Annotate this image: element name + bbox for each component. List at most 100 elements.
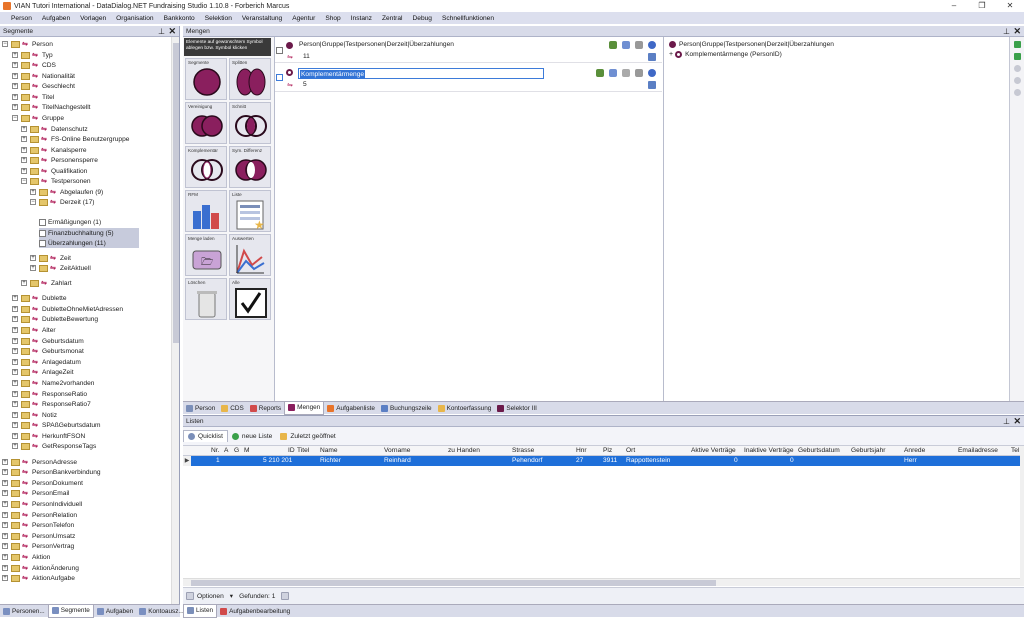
tree-item[interactable]: + ⇋ PersonIndividuell xyxy=(2,499,82,509)
tab-person[interactable]: Person xyxy=(183,402,218,415)
column-header[interactable]: Name xyxy=(320,447,338,454)
expand-icon[interactable] xyxy=(1014,41,1021,48)
tool-symdiff-button[interactable]: Sym. Differenz xyxy=(229,146,271,188)
scrollbar-thumb[interactable] xyxy=(191,580,716,586)
maximize-button[interactable]: ❐ xyxy=(968,0,996,12)
scrollbar-thumb[interactable] xyxy=(173,43,179,343)
tab-reports[interactable]: Reports xyxy=(247,402,284,415)
column-header[interactable]: Aktive Verträge xyxy=(691,447,736,454)
column-header[interactable]: Anrede xyxy=(904,447,925,454)
tree-item[interactable]: + ⇋ Anlagedatum xyxy=(12,357,81,367)
expand-toggle-icon[interactable]: + xyxy=(2,512,8,518)
menu-item-person[interactable]: Person xyxy=(6,15,37,22)
expand-toggle-icon[interactable]: + xyxy=(2,501,8,507)
tree-item[interactable]: + ⇋ CDS xyxy=(12,60,56,70)
expand-toggle-icon[interactable]: + xyxy=(12,433,18,439)
persons-icon[interactable] xyxy=(609,41,617,49)
expand-toggle-icon[interactable]: + xyxy=(2,565,8,571)
tree-item[interactable]: + ⇋ Kanalsperre xyxy=(21,145,87,155)
expand-toggle-icon[interactable]: + xyxy=(12,380,18,386)
vertical-scrollbar[interactable] xyxy=(171,37,179,604)
tree-item[interactable]: + ⇋ Personensperre xyxy=(21,155,98,165)
set-row[interactable]: Person|Gruppe|Testpersonen|Derzeit|Überz… xyxy=(275,39,662,63)
leaf-checkbox[interactable] xyxy=(39,218,46,226)
expand-toggle-icon[interactable]: + xyxy=(2,522,8,528)
tool-delete-button[interactable]: Löschen xyxy=(185,278,227,320)
column-header[interactable]: M xyxy=(244,447,250,454)
tool-icon[interactable] xyxy=(1014,89,1021,96)
tree-item[interactable]: + ⇋ Geburtsdatum xyxy=(12,336,84,346)
expand-toggle-icon[interactable]: + xyxy=(21,126,27,132)
tree-item[interactable]: + ⇋ PersonEmail xyxy=(2,488,69,498)
column-header[interactable]: Ort xyxy=(626,447,635,454)
tab-cds[interactable]: CDS xyxy=(218,402,247,415)
tool-rfm-button[interactable]: RFM xyxy=(185,190,227,232)
menu-item-debug[interactable]: Debug xyxy=(408,15,437,22)
tree-item[interactable]: − ⇋ Gruppe xyxy=(12,113,64,123)
column-header[interactable]: zu Handen xyxy=(448,447,480,454)
tree-item[interactable]: + ⇋ AnlageZeit xyxy=(12,367,74,377)
tree-item[interactable]: + ⇋ Name2vorhanden xyxy=(12,378,94,388)
expand-toggle-icon[interactable]: + xyxy=(12,348,18,354)
tree-item[interactable]: + ⇋ Nationalität xyxy=(12,71,75,81)
close-icon[interactable]: ✕ xyxy=(168,26,176,37)
expand-toggle-icon[interactable]: + xyxy=(12,412,18,418)
column-header[interactable]: Geburtsdatum xyxy=(798,447,840,454)
tree-item[interactable]: − ⇋ Testpersonen xyxy=(21,176,91,186)
expand-toggle-icon[interactable]: + xyxy=(12,73,18,79)
tree-item[interactable]: + ⇋ Aktion xyxy=(2,552,50,562)
tab-buchungszeile[interactable]: Buchungszeile xyxy=(378,402,435,415)
copy-icon[interactable] xyxy=(609,69,617,77)
expand-toggle-icon[interactable]: − xyxy=(21,178,27,184)
pin-icon[interactable]: ⊥ xyxy=(1003,416,1010,427)
tree-item[interactable]: + ⇋ HerkunftFSON xyxy=(12,431,85,441)
menu-item-instanz[interactable]: Instanz xyxy=(346,15,377,22)
tree-item[interactable]: + ⇋ SPAßGeburtsdatum xyxy=(12,420,101,430)
tool-segmente-button[interactable]: Segmente xyxy=(185,58,227,100)
tree-item[interactable]: + ⇋ Dublette xyxy=(12,293,67,303)
settings-icon[interactable] xyxy=(635,41,643,49)
column-header[interactable]: Tel xyxy=(1011,447,1019,454)
info-icon[interactable] xyxy=(648,41,656,49)
expand-toggle-icon[interactable]: + xyxy=(12,295,18,301)
column-header[interactable]: ID xyxy=(288,447,295,454)
leaf-checkbox[interactable] xyxy=(39,229,46,237)
expand-toggle-icon[interactable]: + xyxy=(21,136,27,142)
tree-item[interactable]: + ⇋ Qualifikation xyxy=(21,166,87,176)
pin-icon[interactable]: ⊥ xyxy=(1003,26,1010,37)
tab-zuletzt-geoeffnet[interactable]: Zuletzt geöffnet xyxy=(276,430,339,442)
expand-toggle-icon[interactable]: + xyxy=(12,104,18,110)
expand-toggle-icon[interactable]: + xyxy=(2,490,8,496)
column-header[interactable]: Emailadresse xyxy=(958,447,998,454)
tree-item[interactable]: + ⇋ Geburtsmonat xyxy=(12,346,84,356)
expand-toggle-icon[interactable]: + xyxy=(12,316,18,322)
expand-toggle-icon[interactable]: + xyxy=(2,459,8,465)
expand-toggle-icon[interactable]: + xyxy=(12,391,18,397)
tool-alle-button[interactable]: Alle xyxy=(229,278,271,320)
horizontal-scrollbar[interactable] xyxy=(183,578,1020,586)
tree-item[interactable]: + ⇋ Notiz xyxy=(12,410,57,420)
menu-item-agentur[interactable]: Agentur xyxy=(287,15,320,22)
menu-item-schnellfunktionen[interactable]: Schnellfunktionen xyxy=(437,15,499,22)
set-checkbox[interactable] xyxy=(276,74,283,81)
expand-toggle-icon[interactable]: − xyxy=(30,199,36,205)
expand-toggle-icon[interactable]: + xyxy=(21,168,27,174)
set-tree-item[interactable]: + Komplementärmenge (PersonID) xyxy=(669,51,782,58)
menu-item-shop[interactable]: Shop xyxy=(320,15,345,22)
tool-icon[interactable] xyxy=(1014,77,1021,84)
tree-item[interactable]: + ⇋ Titel xyxy=(12,92,54,102)
expand-toggle-icon[interactable]: + xyxy=(12,443,18,449)
menu-item-organisation[interactable]: Organisation xyxy=(111,15,158,22)
expand-toggle-icon[interactable]: + xyxy=(12,369,18,375)
column-header[interactable]: A xyxy=(224,447,228,454)
tree-item[interactable]: + ⇋ TitelNachgestellt xyxy=(12,102,91,112)
set-tree-item[interactable]: Person|Gruppe|Testpersonen|Derzeit|Überz… xyxy=(669,41,834,48)
column-header[interactable]: Strasse xyxy=(512,447,534,454)
expand-toggle-icon[interactable]: + xyxy=(12,338,18,344)
expand-toggle-icon[interactable]: + xyxy=(30,189,36,195)
export-button[interactable] xyxy=(281,592,292,600)
tree-item[interactable]: + ⇋ Zeit xyxy=(30,253,71,263)
tab-kontoausz[interactable]: Kontoausz... xyxy=(136,605,187,618)
tool-auswerten-button[interactable]: Auswerten xyxy=(229,234,271,276)
expand-toggle-icon[interactable]: + xyxy=(12,94,18,100)
